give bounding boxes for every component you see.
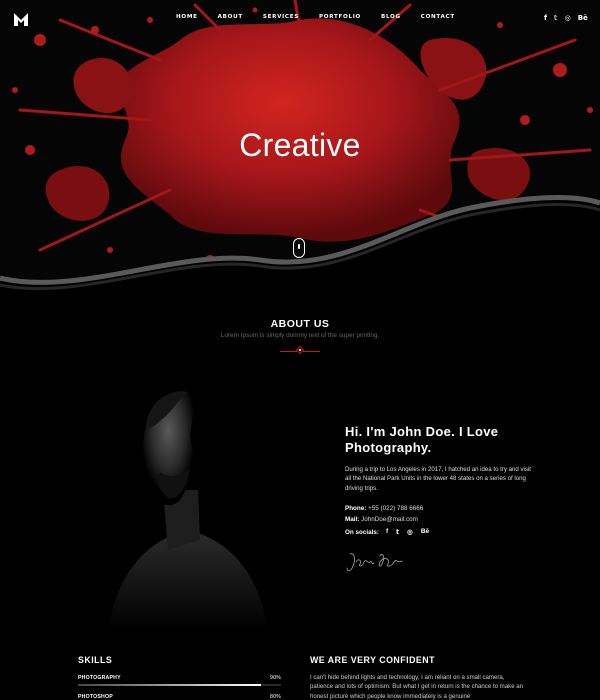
skill-percent: 90%: [270, 675, 281, 681]
main-menu: HOME ABOUT SERVICES PORTFOLIO BLOG CONTA…: [176, 14, 475, 20]
skills-title: SKILLS: [78, 655, 113, 665]
socials-label: On socials:: [345, 528, 379, 536]
signature-icon: [346, 553, 403, 572]
portrait-photo: [88, 380, 288, 630]
nav-services[interactable]: SERVICES: [263, 14, 299, 20]
skill-progress-track: [78, 684, 281, 686]
confident-title: WE ARE VERY CONFIDENT: [310, 655, 436, 665]
nav-about[interactable]: ABOUT: [218, 14, 243, 20]
bio-heading: Hi. I'm John Doe. I Love Photography.: [345, 424, 499, 455]
section-divider: [280, 345, 320, 355]
behance-icon[interactable]: Bē: [578, 14, 588, 22]
instagram-icon[interactable]: ◎: [407, 528, 413, 536]
twitter-icon[interactable]: 𝕥: [396, 528, 399, 536]
nav-contact[interactable]: CONTACT: [421, 14, 455, 20]
facebook-icon[interactable]: f: [386, 528, 388, 536]
hero-section: HOME ABOUT SERVICES PORTFOLIO BLOG CONTA…: [0, 0, 600, 300]
skill-name: PHOTOGRAPHY: [78, 675, 121, 681]
skill-percent: 80%: [270, 694, 281, 700]
facebook-icon[interactable]: f: [544, 14, 547, 22]
twitter-icon[interactable]: 𝕥: [554, 14, 558, 22]
nav-blog[interactable]: BLOG: [381, 14, 401, 20]
nav-portfolio[interactable]: PORTFOLIO: [319, 14, 361, 20]
section-title: ABOUT US: [270, 318, 330, 330]
scroll-down-icon[interactable]: [293, 238, 305, 258]
socials-info: On socials: f 𝕥 ◎ Bē: [345, 528, 429, 536]
brand-logo[interactable]: [13, 11, 29, 27]
top-navigation: HOME ABOUT SERVICES PORTFOLIO BLOG CONTA…: [0, 0, 600, 36]
header-social-links: f 𝕥 ◎ Bē: [544, 14, 588, 22]
confident-text: I can't hide behind lights and technolog…: [310, 674, 524, 700]
bio-text: During a trip to Los Angeles in 2017, I …: [345, 466, 531, 492]
behance-icon[interactable]: Bē: [421, 528, 429, 536]
instagram-icon[interactable]: ◎: [565, 14, 571, 22]
skill-name: PHOTOSHOP: [78, 694, 113, 700]
mail-value[interactable]: JohnDoe@mail.com: [361, 516, 418, 523]
phone-label: Phone:: [345, 505, 367, 512]
skill-progress-fill: [78, 684, 261, 686]
phone-info: Phone: +55 (022) 788 6666: [345, 505, 423, 512]
hero-title: Creative: [239, 127, 361, 163]
nav-home[interactable]: HOME: [176, 14, 198, 20]
section-subtitle: Lorem Ipsum is simply dummy text of the …: [220, 332, 380, 339]
mail-label: Mail:: [345, 516, 360, 523]
phone-value[interactable]: +55 (022) 788 6666: [368, 505, 423, 512]
mail-info: Mail: JohnDoe@mail.com: [345, 516, 418, 523]
